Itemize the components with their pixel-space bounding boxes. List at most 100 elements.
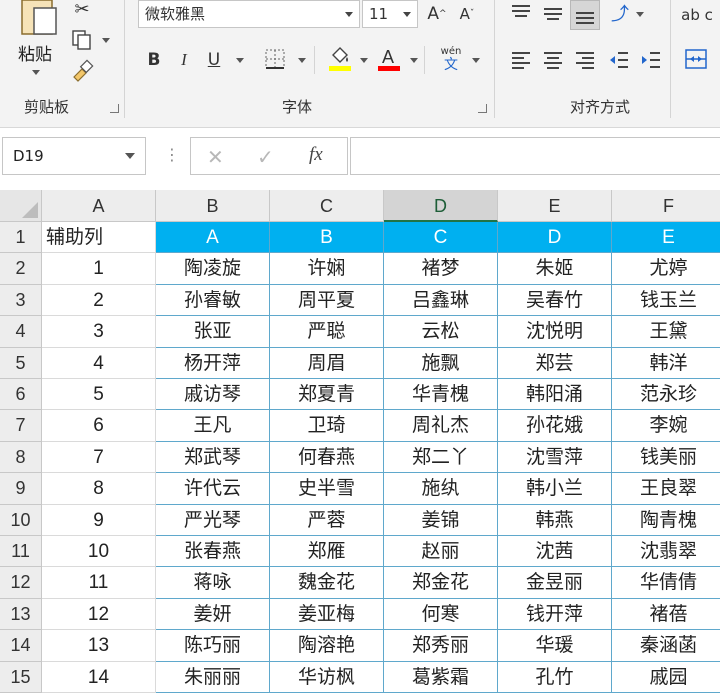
increase-font-size-icon[interactable]: A ^: [426, 2, 448, 26]
table-cell[interactable]: 陶青槐: [612, 505, 720, 536]
table-cell[interactable]: 郑雁: [270, 536, 384, 568]
merge-center-icon[interactable]: [682, 46, 710, 72]
font-color-dropdown-icon[interactable]: [410, 58, 418, 63]
table-cell[interactable]: 9: [42, 504, 156, 536]
table-cell[interactable]: 钱美丽: [612, 442, 720, 474]
table-cell[interactable]: 郑武琴: [156, 441, 270, 474]
more-options-icon[interactable]: ⋮: [164, 144, 180, 166]
table-cell[interactable]: 范永珍: [612, 379, 720, 411]
formula-input[interactable]: [350, 137, 720, 175]
copy-dropdown-icon[interactable]: [102, 38, 110, 43]
column-header-a[interactable]: A: [42, 190, 156, 222]
table-cell[interactable]: 云松: [384, 316, 498, 348]
table-cell[interactable]: 史半雪: [270, 473, 384, 505]
row-header[interactable]: 12: [0, 567, 42, 599]
table-cell[interactable]: 华访枫: [270, 661, 384, 693]
select-all-button[interactable]: [0, 190, 42, 222]
table-cell[interactable]: 杨开萍: [156, 347, 270, 379]
borders-dropdown-icon[interactable]: [298, 58, 306, 63]
table-cell[interactable]: 王黛: [612, 316, 720, 348]
table-cell[interactable]: 何春燕: [270, 441, 384, 474]
table-cell[interactable]: 尤婷: [612, 253, 720, 285]
fill-color-dropdown-icon[interactable]: [360, 58, 368, 63]
table-cell[interactable]: 孙睿敏: [156, 284, 270, 317]
column-header-d[interactable]: D: [384, 190, 498, 222]
row-header[interactable]: 9: [0, 473, 42, 505]
row-header[interactable]: 10: [0, 504, 42, 536]
table-cell[interactable]: 陶溶艳: [270, 630, 384, 662]
table-cell[interactable]: 2: [42, 284, 156, 317]
name-box[interactable]: D19: [2, 137, 146, 175]
format-painter-icon[interactable]: [68, 58, 96, 84]
header-cell[interactable]: C: [384, 222, 498, 254]
table-cell[interactable]: 蒋咏: [156, 567, 270, 599]
align-right-icon[interactable]: [572, 48, 598, 72]
table-cell[interactable]: 王凡: [156, 410, 270, 442]
row-header[interactable]: 11: [0, 536, 42, 568]
header-cell[interactable]: A: [156, 222, 270, 254]
row-header[interactable]: 14: [0, 630, 42, 662]
table-cell[interactable]: 张春燕: [156, 536, 270, 568]
table-cell[interactable]: 吕鑫琳: [384, 284, 498, 317]
orientation-dropdown-icon[interactable]: [636, 12, 644, 17]
table-cell[interactable]: 沈茜: [498, 536, 612, 568]
font-name-combo[interactable]: 微软雅黑: [138, 0, 360, 28]
font-launcher-icon[interactable]: [478, 104, 487, 113]
table-cell[interactable]: 韩洋: [612, 348, 720, 379]
table-cell[interactable]: 14: [42, 661, 156, 693]
column-header-e[interactable]: E: [498, 190, 612, 222]
header-cell[interactable]: D: [498, 222, 612, 254]
table-cell[interactable]: 朱丽丽: [156, 661, 270, 693]
cancel-icon[interactable]: ✕: [207, 145, 224, 169]
table-cell[interactable]: 严聪: [270, 316, 384, 348]
table-cell[interactable]: 华倩倩: [612, 567, 720, 599]
underline-button[interactable]: U: [204, 48, 224, 72]
table-cell[interactable]: 孔竹: [498, 661, 612, 693]
table-cell[interactable]: 戚访琴: [156, 379, 270, 411]
table-cell[interactable]: 姜锦: [384, 504, 498, 536]
table-cell[interactable]: 8: [42, 473, 156, 505]
column-header-c[interactable]: C: [270, 190, 384, 222]
row-header[interactable]: 4: [0, 316, 42, 348]
align-top-icon[interactable]: [508, 0, 534, 26]
table-cell[interactable]: 10: [42, 536, 156, 568]
table-cell[interactable]: 褚梦: [384, 253, 498, 285]
table-cell[interactable]: 韩小兰: [498, 473, 612, 505]
decrease-font-size-icon[interactable]: Aˇ: [456, 2, 478, 26]
table-cell[interactable]: 华青槐: [384, 379, 498, 411]
font-size-combo[interactable]: 11: [362, 0, 418, 28]
table-cell[interactable]: 孙花娥: [498, 410, 612, 442]
row-header[interactable]: 15: [0, 661, 42, 693]
italic-button[interactable]: I: [174, 48, 194, 72]
header-cell[interactable]: E: [612, 222, 720, 254]
row-header[interactable]: 3: [0, 284, 42, 317]
table-cell[interactable]: 华瑗: [498, 630, 612, 662]
table-cell[interactable]: 郑芸: [498, 347, 612, 379]
row-header[interactable]: 6: [0, 379, 42, 411]
table-cell[interactable]: 吴春竹: [498, 284, 612, 317]
table-cell[interactable]: 姜妍: [156, 598, 270, 631]
table-cell[interactable]: 钱开萍: [498, 598, 612, 631]
table-cell[interactable]: 李婉: [612, 410, 720, 442]
table-cell[interactable]: 赵丽: [384, 536, 498, 568]
table-cell[interactable]: 4: [42, 347, 156, 379]
table-cell[interactable]: 王良翠: [612, 473, 720, 505]
table-cell[interactable]: 韩阳涌: [498, 379, 612, 411]
underline-dropdown-icon[interactable]: [236, 58, 244, 63]
table-cell[interactable]: 郑秀丽: [384, 630, 498, 662]
table-cell[interactable]: 韩燕: [498, 504, 612, 536]
align-middle-icon[interactable]: [540, 0, 566, 26]
align-center-icon[interactable]: [540, 48, 566, 72]
phonetic-dropdown-icon[interactable]: [472, 58, 480, 63]
table-cell[interactable]: 朱姬: [498, 253, 612, 285]
table-cell[interactable]: 11: [42, 567, 156, 599]
table-cell[interactable]: 陶凌旋: [156, 253, 270, 285]
table-cell[interactable]: 5: [42, 379, 156, 411]
table-cell[interactable]: 严光琴: [156, 504, 270, 536]
align-bottom-icon[interactable]: [570, 0, 600, 30]
table-cell[interactable]: 7: [42, 441, 156, 474]
phonetic-guide-icon[interactable]: wén 文: [436, 44, 466, 74]
table-cell[interactable]: 许娴: [270, 253, 384, 285]
clipboard-launcher-icon[interactable]: [110, 104, 119, 113]
bold-button[interactable]: B: [144, 48, 164, 72]
